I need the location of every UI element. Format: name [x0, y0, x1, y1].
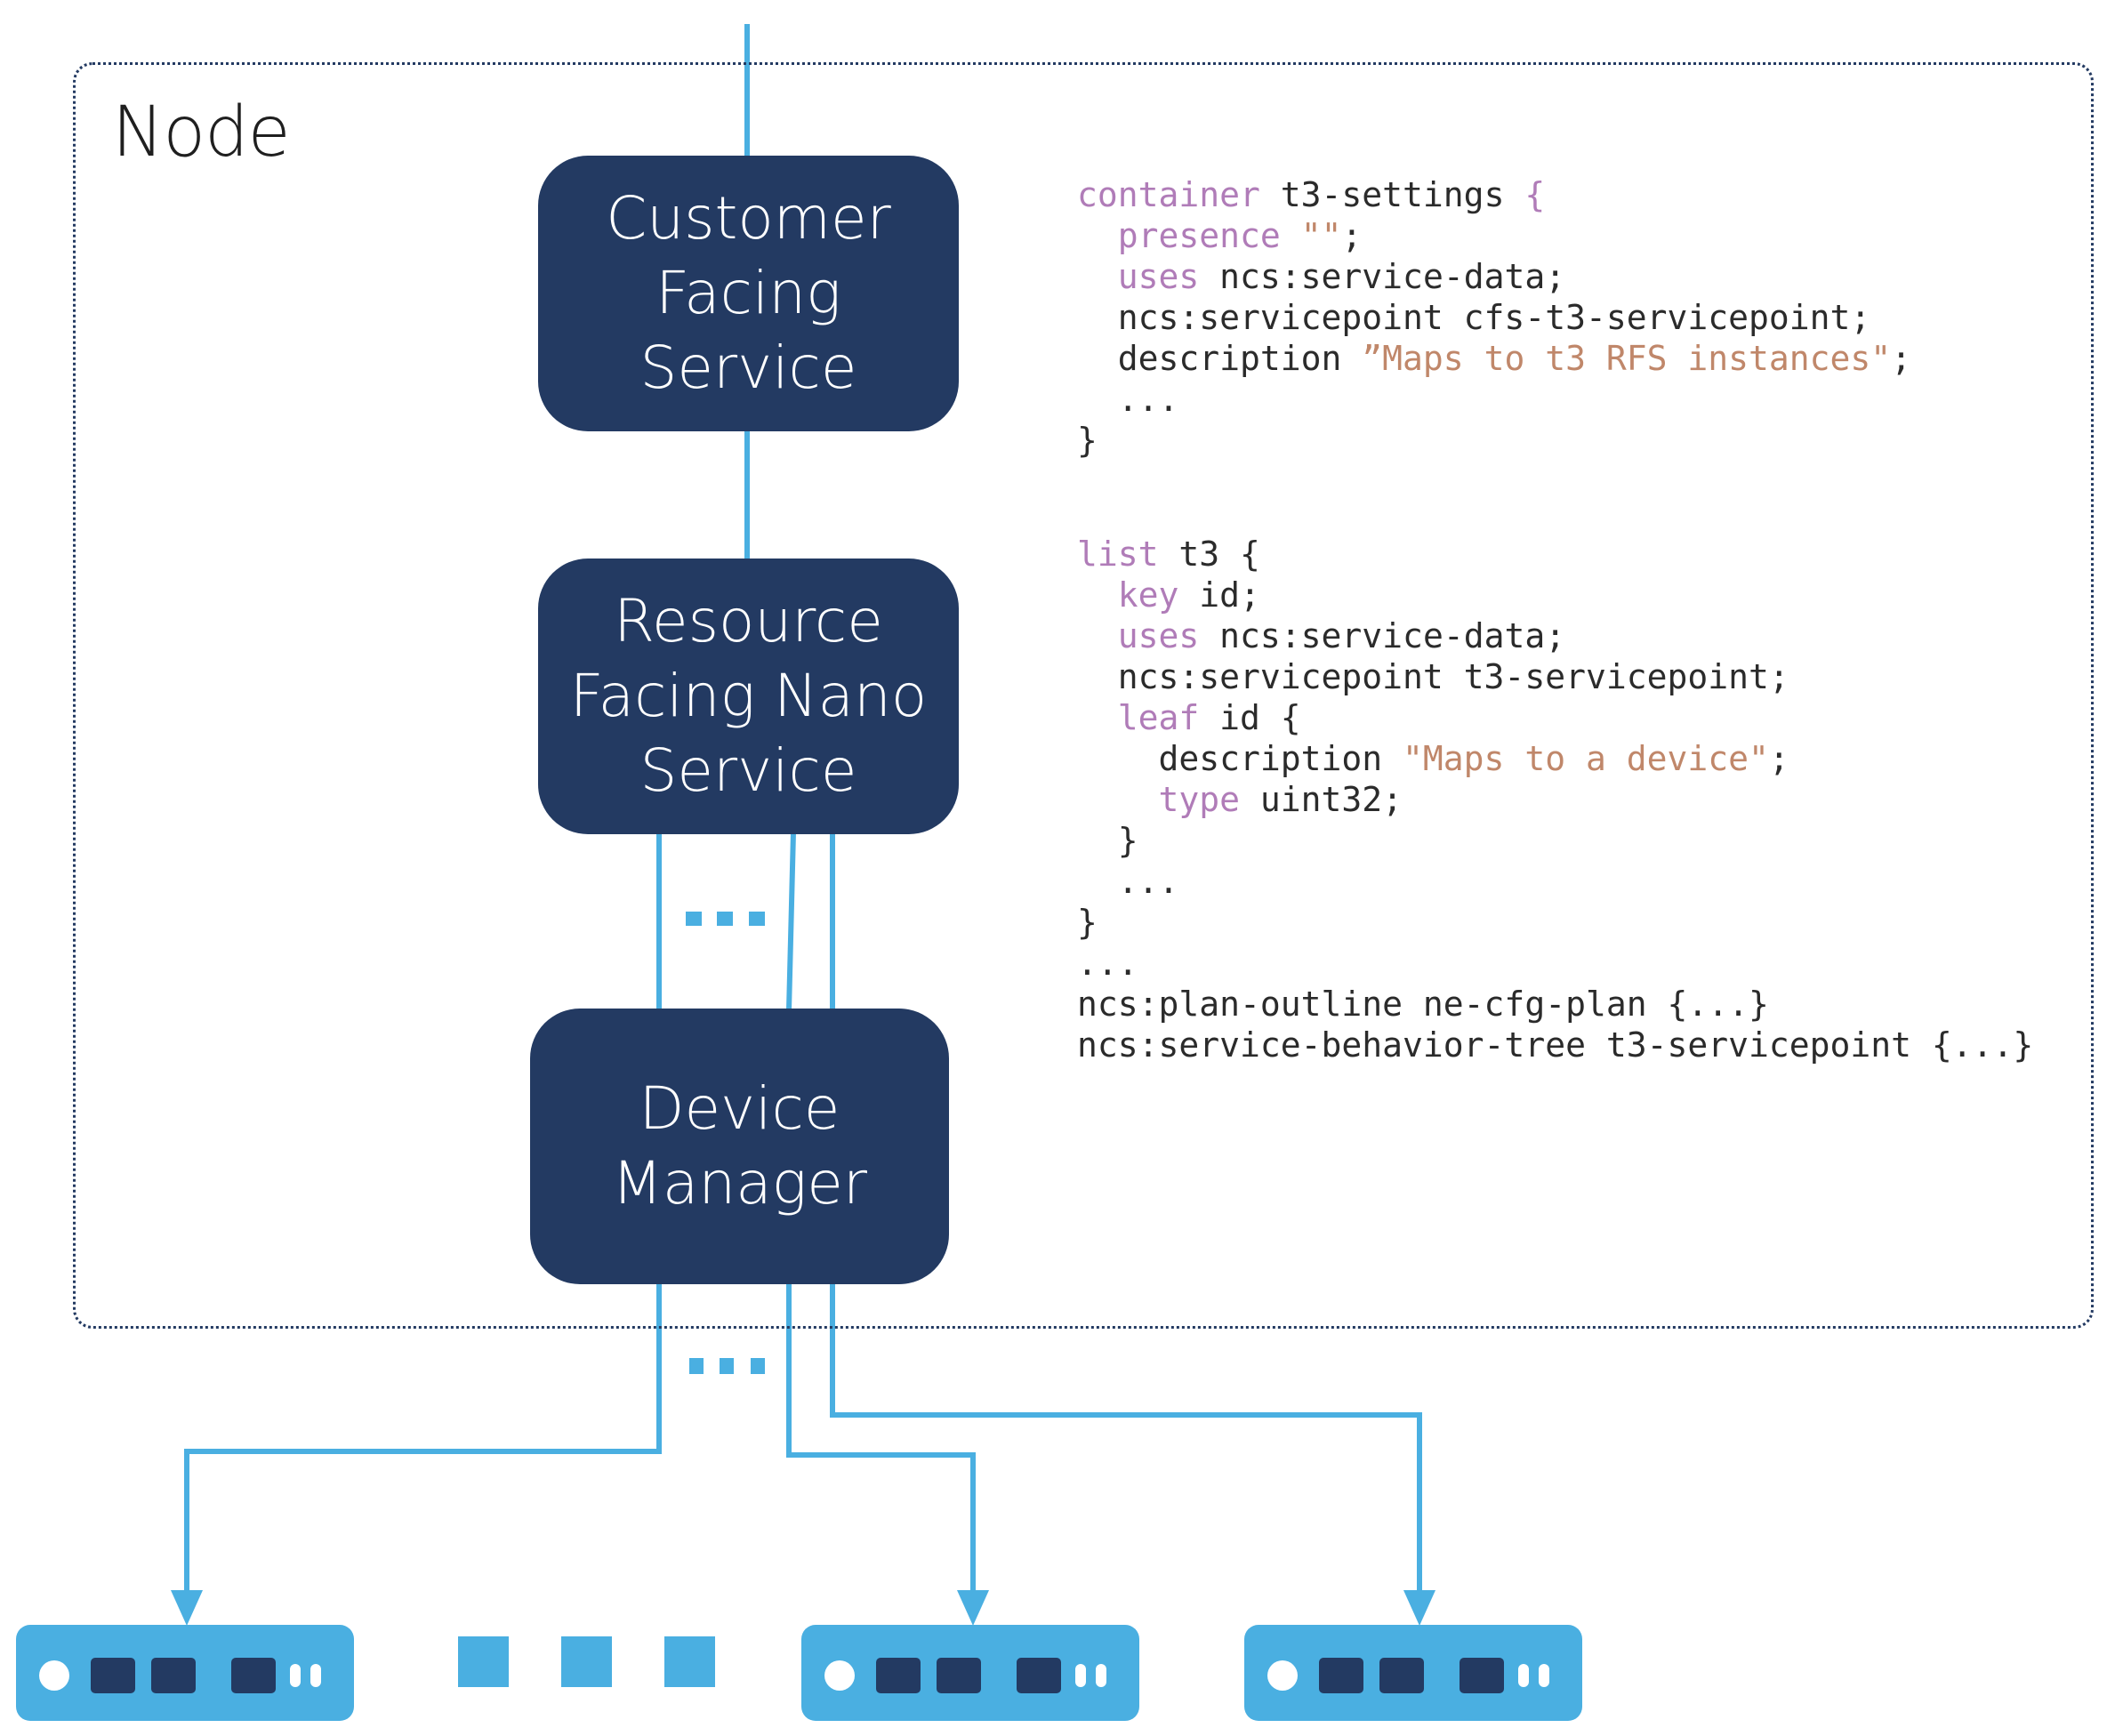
code-text: ncs:service-data;	[1199, 257, 1566, 296]
device-port-icon	[151, 1658, 196, 1693]
code-keyword: container	[1077, 175, 1260, 214]
code-line: }	[1077, 420, 1911, 461]
device-led-icon	[824, 1660, 855, 1691]
code-line: type uint32;	[1077, 779, 2033, 820]
arrowhead-device-3	[1403, 1590, 1435, 1626]
device-led-icon	[1267, 1660, 1298, 1691]
device-port-icon	[876, 1658, 921, 1693]
resource-facing-nano-service-box[interactable]: Resource Facing Nano Service	[538, 559, 959, 834]
code-keyword: uses	[1117, 257, 1200, 296]
device-port-icon	[1460, 1658, 1504, 1693]
code-keyword: uses	[1117, 616, 1200, 655]
code-line: uses ncs:service-data;	[1077, 615, 2033, 656]
node-label: Node	[112, 92, 291, 173]
code-text: ncs:service-behavior-tree t3-servicepoin…	[1077, 1025, 2034, 1065]
code-text: }	[1077, 903, 1098, 942]
code-string: "Maps to a device"	[1403, 739, 1769, 778]
code-line: ncs:servicepoint cfs-t3-servicepoint;	[1077, 297, 1911, 338]
device-port-icon	[231, 1658, 276, 1693]
code-text: description	[1077, 739, 1403, 778]
network-device-2[interactable]	[801, 1625, 1139, 1721]
customer-facing-service-box[interactable]: Customer Facing Service	[538, 156, 959, 431]
code-keyword: list	[1077, 534, 1159, 574]
device-indicator-icon	[1096, 1664, 1106, 1687]
device-indicator-icon	[290, 1664, 301, 1687]
code-text: ;	[1768, 739, 1789, 778]
code-line: list t3 {	[1077, 534, 2033, 575]
code-text: ncs:servicepoint t3-servicepoint;	[1077, 657, 1789, 696]
connector-dm-to-device-2	[786, 1282, 976, 1592]
code-line: ...	[1077, 943, 2033, 984]
code-text: t3-settings	[1259, 175, 1525, 214]
code-line: }	[1077, 902, 2033, 943]
code-keyword: type	[1158, 780, 1241, 819]
code-text: ;	[1341, 216, 1363, 255]
device-indicator-icon	[1075, 1664, 1086, 1687]
connector-dm-to-device-1	[184, 1282, 662, 1592]
arrowhead-device-1	[171, 1590, 203, 1626]
device-port-icon	[91, 1658, 135, 1693]
rfs-yang-code: list t3 { key id; uses ncs:service-data;…	[1077, 534, 2033, 1065]
code-line: ...	[1077, 379, 1911, 420]
code-keyword: leaf	[1117, 698, 1200, 737]
device-indicator-icon	[1518, 1664, 1529, 1687]
code-string: ”Maps to t3 RFS instances"	[1362, 339, 1892, 378]
ellipsis-dm-devices	[689, 1358, 765, 1374]
code-line: container t3-settings {	[1077, 174, 1911, 215]
cfs-yang-code: container t3-settings { presence ""; use…	[1077, 174, 1911, 461]
device-led-icon	[39, 1660, 69, 1691]
code-text: ...	[1077, 862, 1179, 901]
more-devices-marker	[458, 1636, 509, 1687]
code-line: presence "";	[1077, 215, 1911, 256]
code-text: ncs:service-data;	[1199, 616, 1566, 655]
device-port-icon	[1379, 1658, 1424, 1693]
code-line: ...	[1077, 861, 2033, 902]
code-line: ncs:plan-outline ne-cfg-plan {...}	[1077, 984, 2033, 1025]
code-text: ncs:servicepoint cfs-t3-servicepoint;	[1077, 298, 1871, 337]
code-string: ""	[1300, 216, 1342, 255]
nano-service-diagram: Node Customer Facing Service Resource Fa…	[0, 0, 2115, 1736]
code-keyword: presence	[1117, 216, 1281, 255]
code-text: uint32;	[1240, 780, 1403, 819]
code-line: key id;	[1077, 575, 2033, 615]
code-text: }	[1077, 821, 1138, 860]
code-line: description "Maps to a device";	[1077, 738, 2033, 779]
code-line: }	[1077, 820, 2033, 861]
code-line: description ”Maps to t3 RFS instances";	[1077, 338, 1911, 379]
arrowhead-device-2	[957, 1590, 989, 1626]
device-indicator-icon	[1539, 1664, 1549, 1687]
device-manager-box[interactable]: Device Manager	[530, 1009, 949, 1284]
code-text: ncs:plan-outline ne-cfg-plan {...}	[1077, 985, 1769, 1024]
code-text: }	[1077, 421, 1098, 460]
code-text: id;	[1178, 575, 1260, 615]
code-line: uses ncs:service-data;	[1077, 256, 1911, 297]
code-line: ncs:servicepoint t3-servicepoint;	[1077, 656, 2033, 697]
code-line: leaf id {	[1077, 697, 2033, 738]
code-text: description	[1077, 339, 1363, 378]
code-text: ...	[1077, 380, 1179, 419]
network-device-1[interactable]	[16, 1625, 354, 1721]
network-device-3[interactable]	[1244, 1625, 1582, 1721]
device-port-icon	[1017, 1658, 1061, 1693]
code-keyword: {	[1524, 175, 1546, 214]
device-indicator-icon	[310, 1664, 321, 1687]
code-text: ;	[1891, 339, 1912, 378]
code-text: t3 {	[1158, 534, 1260, 574]
device-port-icon	[937, 1658, 981, 1693]
more-devices-marker	[664, 1636, 715, 1687]
connector-dm-to-device-3	[830, 1282, 1422, 1592]
code-text: id {	[1199, 698, 1301, 737]
code-text: ...	[1077, 944, 1138, 983]
code-line: ncs:service-behavior-tree t3-servicepoin…	[1077, 1025, 2033, 1065]
device-port-icon	[1319, 1658, 1363, 1693]
more-devices-marker	[561, 1636, 612, 1687]
code-keyword: key	[1117, 575, 1179, 615]
